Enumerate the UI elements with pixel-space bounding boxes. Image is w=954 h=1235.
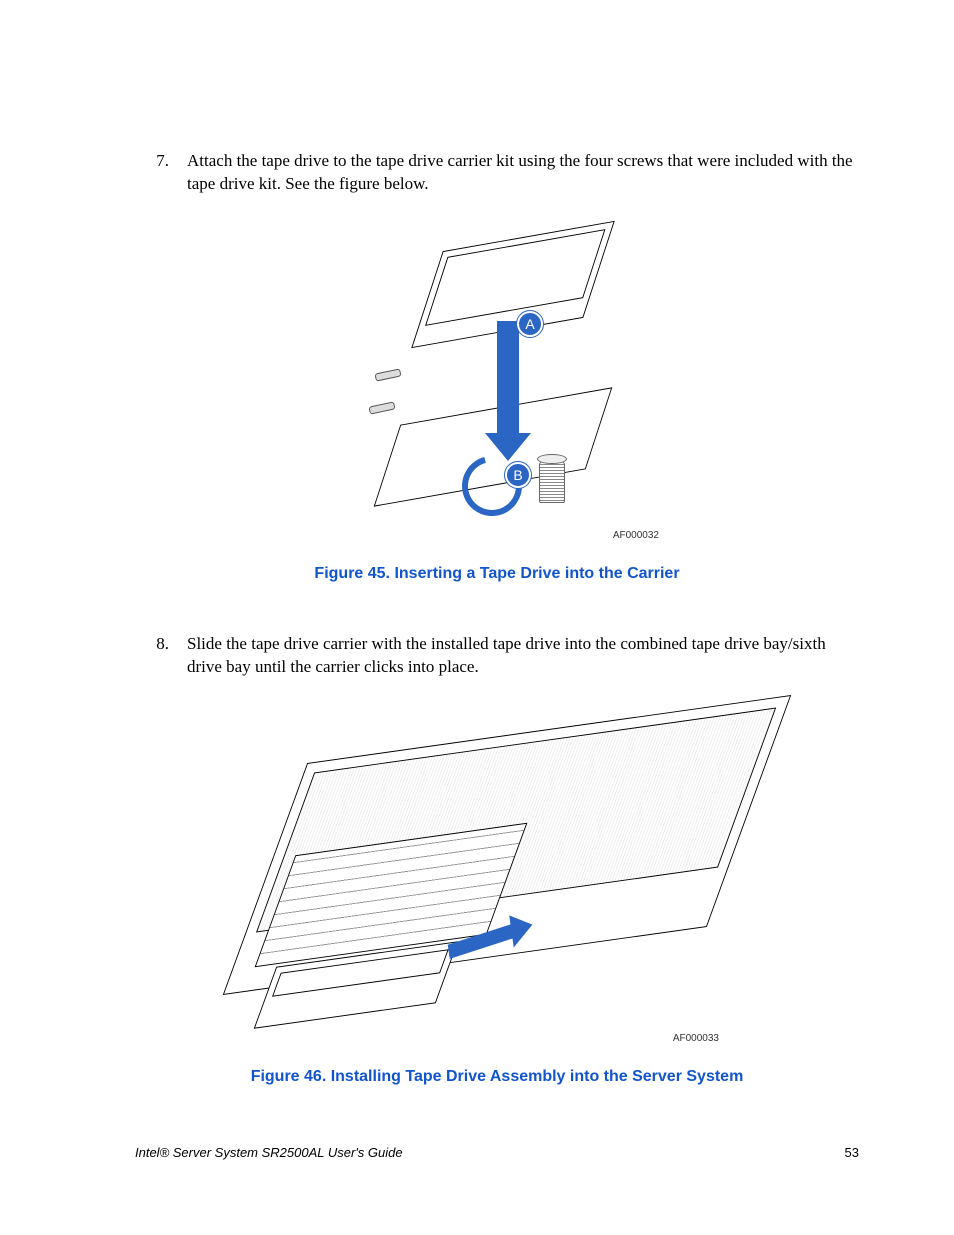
step-number: 8. (135, 633, 187, 679)
down-arrow-icon (497, 321, 519, 441)
screw-icon (368, 401, 395, 414)
callout-a: A (517, 311, 543, 337)
step-text: Slide the tape drive carrier with the in… (187, 633, 859, 679)
figure-code: AF000033 (135, 1033, 859, 1044)
step-text: Attach the tape drive to the tape drive … (187, 150, 859, 196)
step-number: 7. (135, 150, 187, 196)
figure-45-illustration: A B (347, 226, 647, 526)
step-8: 8. Slide the tape drive carrier with the… (135, 633, 859, 679)
figure-46: AF000033 Figure 46. Installing Tape Driv… (135, 709, 859, 1086)
figure-caption: Figure 45. Inserting a Tape Drive into t… (135, 565, 859, 583)
step-7: 7. Attach the tape drive to the tape dri… (135, 150, 859, 196)
screw-detail-icon (539, 461, 565, 503)
page-number: 53 (845, 1145, 859, 1160)
figure-46-illustration (237, 709, 757, 1029)
page-footer: Intel® Server System SR2500AL User's Gui… (135, 1145, 859, 1160)
figure-code: AF000032 (135, 530, 859, 541)
screw-icon (374, 368, 401, 381)
footer-title: Intel® Server System SR2500AL User's Gui… (135, 1145, 403, 1160)
callout-b: B (505, 462, 531, 488)
figure-45: A B AF000032 Figure 45. Inserting a Tape… (135, 226, 859, 583)
figure-caption: Figure 46. Installing Tape Drive Assembl… (135, 1068, 859, 1086)
